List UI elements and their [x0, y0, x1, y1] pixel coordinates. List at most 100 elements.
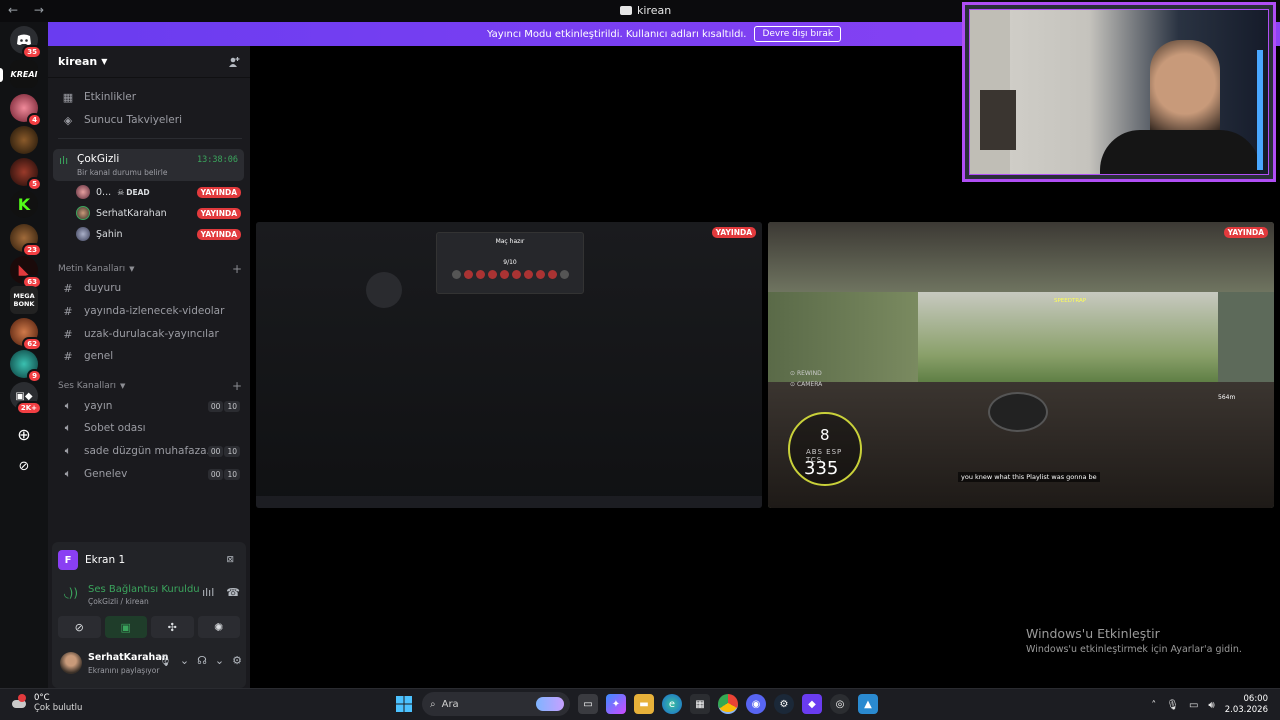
disconnect-icon[interactable]: ☎ — [226, 586, 240, 599]
live-badge: YAYINDA — [1223, 227, 1268, 238]
gear-icon[interactable]: ⚙ — [232, 654, 242, 667]
avatar — [366, 272, 402, 308]
close-screen-icon[interactable]: ⊠ — [226, 555, 234, 565]
app-icon[interactable]: ◎ — [830, 694, 850, 714]
call-controls: ⊘ ▣ ✣ ✺ — [58, 616, 240, 638]
server-icon[interactable]: 23 — [10, 224, 42, 257]
hash-icon: # — [63, 304, 73, 318]
server-icon[interactable]: K — [10, 190, 38, 218]
channel-status[interactable]: Bir kanal durumu belirle — [77, 168, 167, 177]
speaker-icon: 🔈︎ — [64, 467, 72, 480]
username[interactable]: SerhatKarahan — [88, 652, 169, 663]
voice-channel[interactable]: 🔈︎ sade düzgün muhafaza... 00 10 — [54, 441, 244, 461]
voice-channels-category[interactable]: Ses Kanalları ▼ + — [58, 379, 242, 393]
file-explorer-icon[interactable]: ▬ — [634, 694, 654, 714]
divider — [58, 138, 242, 139]
headphones-icon[interactable]: ☊ — [197, 654, 207, 667]
microphone-icon[interactable]: 🎙︎ — [1166, 700, 1179, 711]
text-channels-category[interactable]: Metin Kanalları ▼ + — [58, 262, 242, 276]
voice-active-icon: ılı — [59, 154, 69, 167]
voice-user[interactable]: 0... ☠ DEAD YAYINDA — [76, 182, 241, 202]
screen-share-button[interactable]: ▣ — [104, 616, 147, 638]
server-header[interactable]: kirean ▼ — [48, 46, 250, 78]
voice-panel: F Ekran 1 ⊠ ◟)) Ses Bağlantısı Kuruldu Ç… — [52, 542, 246, 688]
clock[interactable]: 06:00 2.03.2026 — [1225, 694, 1268, 716]
cloud-icon — [10, 694, 28, 712]
start-button[interactable] — [394, 694, 414, 714]
server-logo-icon — [620, 6, 632, 15]
taskbar-search[interactable]: ⌕ Ara — [422, 692, 570, 716]
chrome-icon[interactable] — [718, 694, 738, 714]
server-folder[interactable]: ▣◆ 2K+ — [10, 382, 42, 415]
live-badge: YAYINDA — [711, 227, 756, 238]
nav-arrows[interactable]: ← → — [8, 3, 50, 17]
copilot-icon[interactable]: ✦ — [606, 694, 626, 714]
chevron-down-icon[interactable]: ⌄ — [180, 654, 189, 667]
microphone-icon[interactable]: 🎙︎ — [158, 654, 172, 667]
activation-watermark: Windows'u Etkinleştir Windows'u etkinleş… — [1026, 626, 1242, 655]
webcam-video — [969, 9, 1269, 175]
avatar[interactable] — [60, 652, 82, 674]
server-boosts-item[interactable]: ◈ Sunucu Takviyeleri — [54, 110, 244, 130]
add-server-icon[interactable]: ⊕ — [10, 420, 38, 448]
voice-channel[interactable]: 🔈︎ Genelev 00 10 — [54, 464, 244, 484]
server-icon[interactable] — [10, 126, 38, 154]
server-megabonk[interactable]: MEGA BONK — [10, 286, 38, 314]
add-channel-icon[interactable]: + — [232, 262, 242, 276]
soundboard-button[interactable]: ✺ — [197, 616, 240, 638]
speed-value: 335 — [804, 458, 839, 479]
text-channel[interactable]: # genel — [54, 346, 244, 366]
display-icon[interactable]: ▭ — [1189, 700, 1198, 711]
invite-people-icon[interactable] — [228, 56, 240, 68]
discord-icon[interactable]: ◉ — [746, 694, 766, 714]
task-view-icon[interactable]: ▭ — [578, 694, 598, 714]
server-icon[interactable]: 5 — [10, 158, 42, 191]
chevron-down-icon[interactable]: ⌄ — [215, 654, 224, 667]
stream-tile[interactable]: 8 ABS ESP TCS 335 ⊙ REWIND ⊙ CAMERA you … — [768, 222, 1274, 508]
search-highlight-icon — [536, 697, 564, 711]
voice-channel[interactable]: 🔈︎ yayın 00 10 — [54, 396, 244, 416]
user-area: SerhatKarahan Ekranını paylaşıyor 🎙︎ ⌄ ☊… — [58, 648, 242, 680]
weather-widget[interactable]: 0°C Çok bulutlu — [10, 693, 82, 713]
discover-icon[interactable]: ⊘ — [10, 452, 38, 480]
events-item[interactable]: ▦ Etkinlikler — [54, 87, 244, 107]
screen-avatar: F — [58, 550, 78, 570]
subtitle: you knew what this Playlist was gonna be — [958, 472, 1100, 482]
avatar — [76, 185, 90, 199]
text-channel[interactable]: # duyuru — [54, 278, 244, 298]
server-icon[interactable]: 9 — [10, 350, 42, 383]
steam-icon[interactable]: ⚙ — [774, 694, 794, 714]
avatar — [76, 206, 90, 220]
active-voice-channel[interactable]: ılı ÇokGizli Bir kanal durumu belirle 13… — [53, 149, 244, 181]
app-icon[interactable]: ◆ — [802, 694, 822, 714]
server-icon[interactable]: ◣ 63 — [10, 256, 42, 289]
text-channel[interactable]: # uzak-durulacak-yayıncılar — [54, 324, 244, 344]
inner-taskbar — [256, 496, 762, 508]
camera-off-button[interactable]: ⊘ — [58, 616, 101, 638]
chevron-up-icon[interactable]: ˄ — [1151, 700, 1156, 711]
voice-channel[interactable]: 🔈︎ Sobet odası — [54, 418, 244, 438]
windows-logo-icon — [396, 696, 412, 712]
server-icon[interactable]: 62 — [10, 318, 42, 351]
server-kreai[interactable]: KREAI — [10, 60, 38, 88]
server-icon[interactable]: 4 — [10, 94, 42, 127]
activities-button[interactable]: ✣ — [151, 616, 194, 638]
volume-icon[interactable]: 🔊︎ — [1208, 700, 1214, 711]
user-limit: 00 10 — [207, 445, 240, 457]
voice-user[interactable]: Şahin YAYINDA — [76, 224, 241, 244]
disable-streamer-mode-button[interactable]: Devre dışı bırak — [754, 26, 842, 42]
noise-suppression-icon[interactable]: ılıl — [202, 586, 214, 599]
distance: 564m — [1218, 394, 1236, 401]
direct-messages-button[interactable]: 35 — [10, 26, 42, 59]
stream-tile[interactable]: Maç hazır 9/10 YAYINDA — [256, 222, 762, 508]
search-icon: ⌕ — [430, 698, 436, 710]
app-icon[interactable]: ▲ — [858, 694, 878, 714]
screen-share-info: F Ekran 1 ⊠ — [58, 548, 238, 572]
avatar — [76, 227, 90, 241]
server-list: 35 KREAI 4 5 K 23 ◣ 63 MEGA BONK 62 9 ▣◆ 2… — [0, 22, 48, 688]
edge-icon[interactable]: e — [662, 694, 682, 714]
voice-user[interactable]: SerhatKarahan YAYINDA — [76, 203, 241, 223]
store-icon[interactable]: ▦ — [690, 694, 710, 714]
add-channel-icon[interactable]: + — [232, 379, 242, 393]
text-channel[interactable]: # yayında-izlenecek-videolar — [54, 301, 244, 321]
